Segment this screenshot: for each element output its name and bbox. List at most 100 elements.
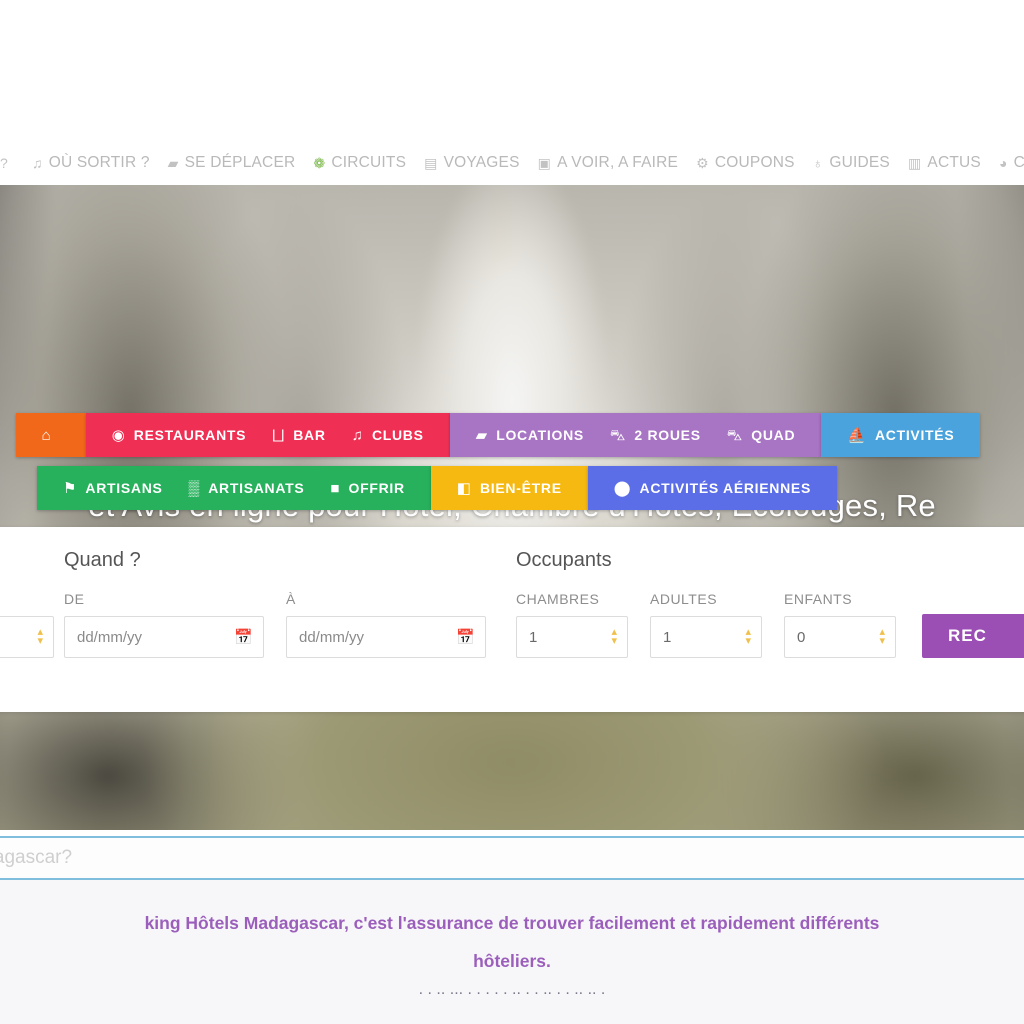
stepper-arrows-icon[interactable]: ▴ ▾ <box>879 627 885 647</box>
nav-item-se-deplacer[interactable]: ▰ SE DÉPLACER <box>159 154 305 172</box>
search-block-partial: ▴ ▾ <box>0 549 54 658</box>
field-children: ENFANTS 0 ▴ ▾ <box>784 591 896 658</box>
search-block-when: Quand ? DE dd/mm/yy 📅 À dd/mm/yy 📅 <box>64 549 486 658</box>
category-label: ACTIVITÉS AÉRIENNES <box>639 480 812 496</box>
motorbike-icon: ⛍ <box>609 426 626 444</box>
category-item-quad[interactable]: ⛍ QUAD <box>721 427 802 443</box>
category-item-offrir[interactable]: ■ OFFRIR <box>324 480 410 496</box>
spacer-sublabel <box>20 591 54 607</box>
category-group-activites[interactable]: ⛵ ACTIVITÉS <box>821 413 981 457</box>
nav-item-ou-sortir[interactable]: ♫ OÙ SORTIR ? <box>23 154 159 172</box>
nav-item-actus[interactable]: ▥ ACTUS <box>899 154 990 172</box>
newspaper-icon: ▥ <box>907 154 922 171</box>
category-label: BAR <box>293 427 326 443</box>
quad-icon: ⛍ <box>726 426 743 444</box>
boat-icon: ⛵ <box>847 426 866 444</box>
hero-banner: et Avis en ligne pour Hotel, Chambre d'H… <box>0 185 1024 830</box>
category-label: OFFRIR <box>348 480 405 496</box>
date-from-label: DE <box>64 591 85 607</box>
photo-icon: ▣ <box>537 154 552 171</box>
field-date-from: DE dd/mm/yy 📅 <box>64 591 264 658</box>
category-group-bien-etre[interactable]: ◧ BIEN-ÊTRE <box>430 466 588 510</box>
adults-label: ADULTES <box>650 591 718 607</box>
category-row-2: ⚑ ARTISANS ▒ ARTISANATS ■ OFFRIR ◧ BIEN-… <box>0 466 1024 510</box>
field-adults: ADULTES 1 ▴ ▾ <box>650 591 762 658</box>
partial-stepper-input[interactable]: ▴ ▾ <box>0 616 54 658</box>
occupants-heading: Occupants <box>516 549 612 571</box>
category-label: 2 ROUES <box>634 427 701 443</box>
search-submit-button[interactable]: REC <box>922 614 1024 658</box>
children-stepper[interactable]: 0 ▴ ▾ <box>784 616 896 658</box>
stepper-arrows-icon[interactable]: ▴ ▾ <box>37 627 43 647</box>
suitcase-icon: ▤ <box>424 154 438 171</box>
category-item-activites[interactable]: ⛵ ACTIVITÉS <box>841 427 960 443</box>
category-group-locations[interactable]: ▰ LOCATIONS ⛍ 2 ROUES ⛍ QUAD <box>449 413 822 457</box>
nav-item-circuits[interactable]: ❁ CIRCUITS <box>304 154 415 172</box>
date-from-input[interactable]: dd/mm/yy 📅 <box>64 616 264 658</box>
umbrella-icon: ♁ <box>812 154 824 171</box>
date-to-input[interactable]: dd/mm/yy 📅 <box>286 616 486 658</box>
date-to-label: À <box>286 591 296 607</box>
adults-value: 1 <box>663 628 672 646</box>
gift-bag-icon: ■ <box>330 479 340 497</box>
rooms-stepper[interactable]: 1 ▴ ▾ <box>516 616 628 658</box>
stepper-arrows-icon[interactable]: ▴ ▾ <box>745 627 751 647</box>
nav-item-ca[interactable]: ◕ CA <box>990 154 1024 172</box>
stepper-arrows-icon[interactable]: ▴ ▾ <box>611 627 617 647</box>
date-to-placeholder: dd/mm/yy <box>299 628 365 646</box>
rooms-label: CHAMBRES <box>516 591 600 607</box>
nav-label: OÙ SORTIR ? <box>48 153 150 171</box>
category-label: RESTAURANTS <box>133 427 247 443</box>
field-rooms: CHAMBRES 1 ▴ ▾ <box>516 591 628 658</box>
category-item-clubs[interactable]: ♫ CLUBS <box>346 427 430 443</box>
date-from-placeholder: dd/mm/yy <box>77 628 143 646</box>
category-item-artisanats[interactable]: ▒ ARTISANATS <box>183 480 311 496</box>
nav-label: SE DÉPLACER <box>184 153 296 171</box>
category-item-artisans[interactable]: ⚑ ARTISANS <box>57 480 169 496</box>
category-item-restaurants[interactable]: ◉ RESTAURANTS <box>106 427 253 443</box>
category-group-restaurants[interactable]: ◉ RESTAURANTS ⨆ BAR ♫ CLUBS <box>85 413 450 457</box>
rooms-value: 1 <box>529 628 538 646</box>
page-root: ? ♫ OÙ SORTIR ? ▰ SE DÉPLACER ❁ CIRCUITS… <box>0 0 1024 1024</box>
category-group-artisans[interactable]: ⚑ ARTISANS ▒ ARTISANATS ■ OFFRIR <box>36 466 431 510</box>
nav-label: COUPONS <box>714 153 795 171</box>
shop-icon: ⚑ <box>62 479 77 497</box>
calendar-icon[interactable]: 📅 <box>234 628 253 646</box>
category-label: BIEN-ÊTRE <box>479 480 562 496</box>
nav-label: ACTUS <box>927 153 981 171</box>
when-heading: Quand ? <box>64 549 141 571</box>
nav-item-guides[interactable]: ♁ GUIDES <box>804 154 899 172</box>
category-item-2-roues[interactable]: ⛍ 2 ROUES <box>604 427 707 443</box>
category-label: LOCATIONS <box>496 427 584 443</box>
plate-icon: ◉ <box>111 426 125 444</box>
category-item-hotels[interactable]: ⌂ <box>36 428 66 443</box>
nav-item-coupons[interactable]: ⚙ COUPONS <box>687 154 804 172</box>
spa-icon: ◧ <box>456 479 471 497</box>
nav-label: CIRCUITS <box>331 153 407 171</box>
children-label: ENFANTS <box>784 591 853 607</box>
question-text: tir à Madagascar? <box>0 847 73 868</box>
car-icon: ▰ <box>475 426 488 444</box>
promo-section: king Hôtels Madagascar, c'est l'assuranc… <box>0 880 1024 1024</box>
nav-item-a-voir-a-faire[interactable]: ▣ A VOIR, A FAIRE <box>529 154 687 172</box>
category-item-activites-aeriennes[interactable]: ⬤ ACTIVITÉS AÉRIENNES <box>608 480 817 496</box>
category-label: ARTISANATS <box>208 480 305 496</box>
category-group-activites-aeriennes[interactable]: ⬤ ACTIVITÉS AÉRIENNES <box>587 466 838 510</box>
promo-line-truncated: . . .. ... . . . . . .. . . .. . . .. ..… <box>418 981 606 996</box>
nav-item-question[interactable]: ? <box>0 156 23 170</box>
category-group-orange[interactable]: ⌂ <box>15 413 86 457</box>
calendar-icon[interactable]: 📅 <box>456 628 475 646</box>
adults-stepper[interactable]: 1 ▴ ▾ <box>650 616 762 658</box>
category-item-bien-etre[interactable]: ◧ BIEN-ÊTRE <box>451 480 568 496</box>
category-row-1: ⌂ ◉ RESTAURANTS ⨆ BAR ♫ CLUBS ▰ LOCATION… <box>0 413 1024 457</box>
category-item-bar[interactable]: ⨆ BAR <box>266 427 331 443</box>
leaf-icon: ❁ <box>313 154 326 171</box>
promo-line-1: king Hôtels Madagascar, c'est l'assuranc… <box>144 913 880 933</box>
spacer-heading <box>20 549 54 573</box>
nav-label: GUIDES <box>829 153 890 171</box>
category-item-locations[interactable]: ▰ LOCATIONS <box>470 427 590 443</box>
question-banner[interactable]: tir à Madagascar? <box>0 836 1024 880</box>
nav-item-voyages[interactable]: ▤ VOYAGES <box>415 154 529 172</box>
top-whitespace <box>0 0 1024 140</box>
field-date-to: À dd/mm/yy 📅 <box>286 591 486 658</box>
